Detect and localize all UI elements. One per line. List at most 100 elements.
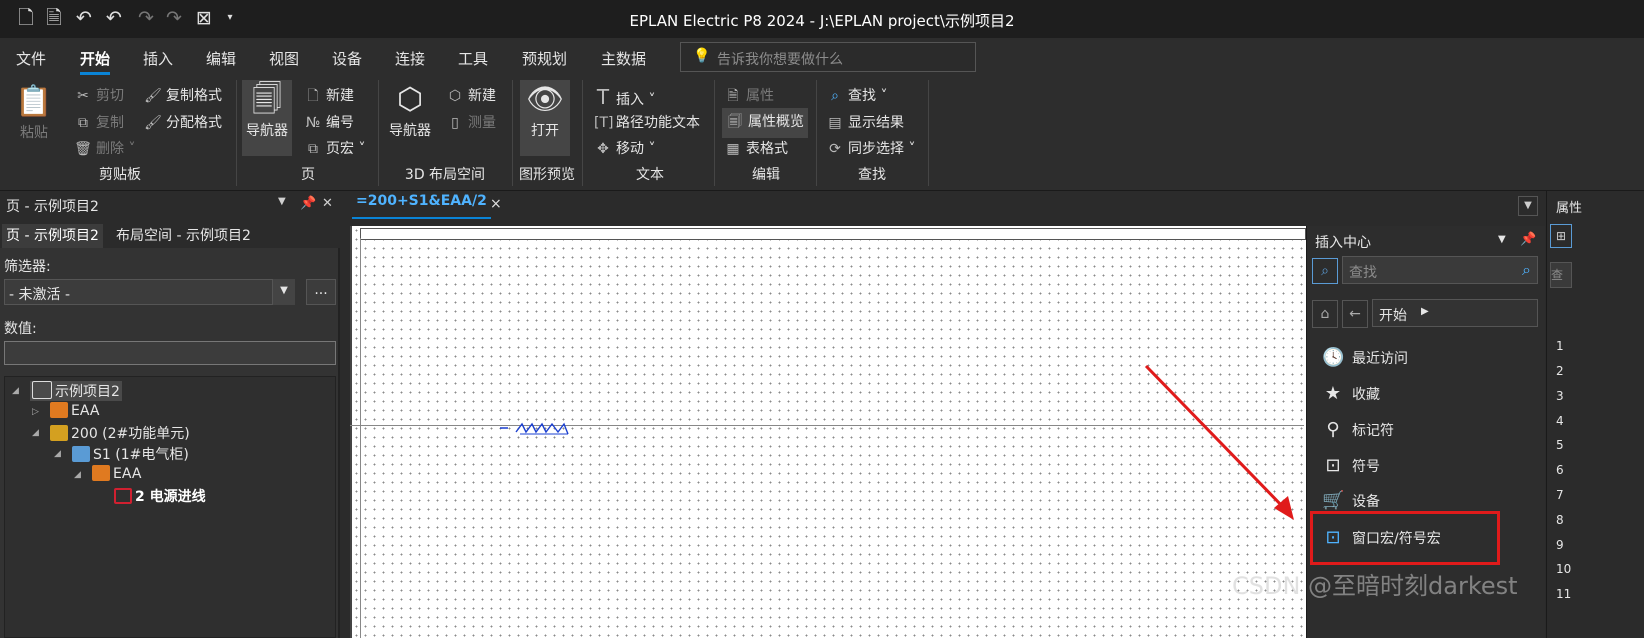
- show-results-button[interactable]: ▤ 显示结果: [826, 112, 904, 132]
- insert-item-recent[interactable]: 🕓 最近访问: [1322, 347, 1408, 368]
- copy-icon: ⧉: [78, 115, 88, 131]
- table-icon: ▦: [726, 141, 740, 157]
- tab-view[interactable]: 视图: [269, 48, 299, 69]
- insert-item-markers[interactable]: ⚲ 标记符: [1322, 419, 1394, 440]
- chevron-down-icon[interactable]: ▼: [1498, 234, 1506, 245]
- paste-button[interactable]: 📋 粘贴: [10, 82, 58, 142]
- tab-insert[interactable]: 插入: [143, 48, 173, 69]
- document-tab[interactable]: =200+S1&EAA/2: [352, 193, 491, 219]
- pin-icon[interactable]: 📌: [1520, 232, 1536, 247]
- chevron-down-icon[interactable]: ▼: [272, 279, 295, 305]
- row-number: 4: [1556, 414, 1564, 428]
- properties-search[interactable]: 查: [1550, 262, 1572, 288]
- close-icon[interactable]: ✕: [322, 196, 333, 211]
- trash-icon: 🗑: [74, 141, 92, 157]
- property-overview-button[interactable]: 🗐 属性概览: [722, 108, 808, 138]
- insert-center-breadcrumb[interactable]: 开始 ▶: [1372, 299, 1538, 327]
- find-button[interactable]: ⌕ 查找 ˅: [826, 85, 887, 105]
- value-label: 数值:: [4, 321, 37, 337]
- row-number: 3: [1556, 389, 1564, 403]
- tree-node-cabinet[interactable]: S1 (1#电气柜): [72, 444, 189, 464]
- title-bar: 🗋 🗎 ↶ ↶ ↷ ↷ ⊠ ▾ EPLAN Electric P8 2024 -…: [0, 0, 1644, 38]
- insert-item-devices[interactable]: 🛒 设备: [1322, 490, 1380, 511]
- insert-center-search[interactable]: 查找 ⌕: [1342, 256, 1538, 284]
- insert-center-title: 插入中心: [1315, 235, 1371, 251]
- text-t-icon: T: [596, 85, 610, 109]
- tab-master-data[interactable]: 主数据: [601, 48, 646, 69]
- chevron-down-icon[interactable]: ▼: [278, 196, 286, 207]
- row-number: 6: [1556, 463, 1564, 477]
- property-overview-icon: 🗐: [728, 114, 742, 130]
- filter-label: 筛选器:: [4, 259, 51, 275]
- tree-node-page[interactable]: 2 电源进线: [114, 486, 206, 506]
- new-page-icon: 🗋: [307, 88, 319, 104]
- tab-file[interactable]: 文件: [16, 48, 46, 69]
- panel-title: 页 - 示例项目2: [6, 199, 99, 215]
- insert-search-mode-icon[interactable]: ⌕: [1312, 258, 1338, 284]
- tab-connect[interactable]: 连接: [395, 48, 425, 69]
- row-number: 5: [1556, 438, 1564, 452]
- tree-node-eaa-sub[interactable]: EAA: [92, 465, 141, 482]
- ribbon: 📋 粘贴 ✂ 剪切 ⧉ 复制 🗑 删除 ˅ 🖌 复制格式 🖌 分配格式 剪贴板 🗐 导航器…: [0, 76, 1644, 191]
- insert-item-symbols[interactable]: ⊡ 符号: [1322, 455, 1380, 476]
- cut-button[interactable]: ✂ 剪切: [74, 85, 124, 105]
- divider: [928, 80, 929, 186]
- delete-button[interactable]: 🗑 删除 ˅: [74, 138, 135, 158]
- copy-button[interactable]: ⧉ 复制: [74, 112, 124, 132]
- page-macro-button[interactable]: ⧉ 页宏 ˅: [304, 138, 365, 158]
- symbol-icon: ⊡: [1325, 455, 1341, 476]
- page-navigator-button[interactable]: 🗐 导航器: [242, 80, 292, 156]
- chevron-down-icon[interactable]: ▼: [1518, 196, 1538, 216]
- move-icon: ✥: [597, 141, 609, 157]
- collapse-icon[interactable]: ◢: [54, 449, 61, 459]
- tell-me-search[interactable]: 💡 告诉我你想要做什么: [680, 42, 976, 72]
- collapse-icon[interactable]: ◢: [74, 470, 81, 480]
- collapse-icon[interactable]: ◢: [12, 386, 19, 396]
- home-icon[interactable]: ⌂: [1312, 300, 1338, 328]
- tab-home[interactable]: 开始: [80, 48, 111, 75]
- move-button[interactable]: ✥ 移动 ˅: [594, 138, 655, 158]
- tab-pages[interactable]: 页 - 示例项目2: [2, 224, 103, 248]
- row-number: 10: [1556, 562, 1572, 576]
- new-3d-button[interactable]: ⬡ 新建: [446, 85, 496, 105]
- sync-select-button[interactable]: ⟳ 同步选择 ˅: [826, 138, 915, 158]
- layout3d-navigator-button[interactable]: ⬡ 导航器: [386, 80, 434, 140]
- marker-icon: ⚲: [1326, 419, 1340, 440]
- pin-icon[interactable]: 📌: [300, 196, 316, 211]
- collapse-icon[interactable]: ◢: [32, 428, 39, 438]
- tab-tools[interactable]: 工具: [458, 48, 488, 69]
- group-label-3d-layout: 3D 布局空间: [404, 167, 486, 183]
- tab-device[interactable]: 设备: [332, 48, 362, 69]
- filter-more-button[interactable]: ...: [306, 279, 336, 305]
- table-format-button[interactable]: ▦ 表格式: [724, 138, 788, 158]
- tree-node-function-unit[interactable]: 200 (2#功能单元): [50, 423, 190, 443]
- properties-button[interactable]: 🗎 属性: [724, 85, 774, 109]
- tab-edit[interactable]: 编辑: [206, 48, 236, 69]
- measure-button[interactable]: ▯ 测量: [446, 112, 496, 132]
- power-line-symbol[interactable]: [498, 418, 578, 444]
- tab-preplanning[interactable]: 预规划: [522, 48, 567, 69]
- numbering-button[interactable]: № 编号: [304, 112, 354, 132]
- properties-tree-icon[interactable]: ⊞: [1550, 224, 1572, 248]
- assign-format-button[interactable]: 🖌 分配格式: [144, 112, 222, 132]
- filter-select[interactable]: - 未激活 -: [4, 279, 294, 305]
- row-number: 9: [1556, 538, 1564, 552]
- insert-item-favorites[interactable]: ★ 收藏: [1322, 383, 1380, 404]
- group-label-find: 查找: [858, 167, 886, 183]
- pages-panel-header: 页 - 示例项目2 ▼ 📌 ✕: [0, 191, 344, 219]
- preview-open-button[interactable]: 👁 打开: [520, 80, 570, 156]
- back-arrow-icon[interactable]: ←: [1342, 300, 1368, 328]
- insert-text-button[interactable]: T 插入 ˅: [594, 85, 656, 109]
- new-page-button[interactable]: 🗋 新建: [304, 85, 354, 109]
- expand-icon[interactable]: ▷: [32, 407, 39, 417]
- crosshair-vertical: [360, 238, 361, 638]
- tab-layout-space[interactable]: 布局空间 - 示例项目2: [112, 224, 255, 248]
- group-label-preview: 图形预览: [519, 167, 575, 183]
- tree-node-project[interactable]: 示例项目2: [30, 381, 122, 401]
- copy-format-button[interactable]: 🖌 复制格式: [144, 85, 222, 105]
- path-function-text-button[interactable]: [T] 路径功能文本: [594, 112, 700, 132]
- divider: [378, 80, 379, 186]
- tree-node-eaa[interactable]: EAA: [50, 402, 99, 419]
- close-icon[interactable]: ×: [490, 196, 502, 212]
- value-input[interactable]: [4, 341, 336, 365]
